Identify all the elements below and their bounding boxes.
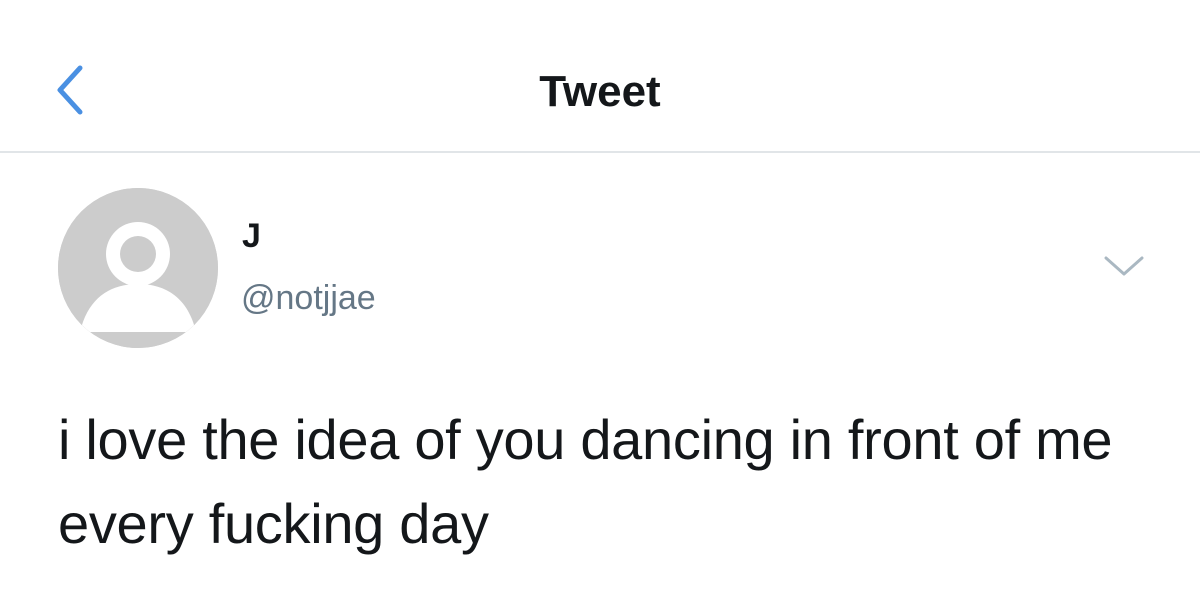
avatar[interactable] (58, 188, 218, 348)
author-handle[interactable]: @notjjae (241, 274, 376, 322)
author-display-name[interactable]: J (242, 214, 261, 258)
tweet-menu-button[interactable] (1100, 248, 1148, 284)
default-profile-avatar-icon (58, 188, 218, 348)
tweet-text: i love the idea of you dancing in front … (58, 408, 1113, 555)
top-nav-bar: Tweet (0, 0, 1200, 153)
page-title: Tweet (539, 67, 661, 116)
chevron-down-icon (1104, 256, 1144, 276)
